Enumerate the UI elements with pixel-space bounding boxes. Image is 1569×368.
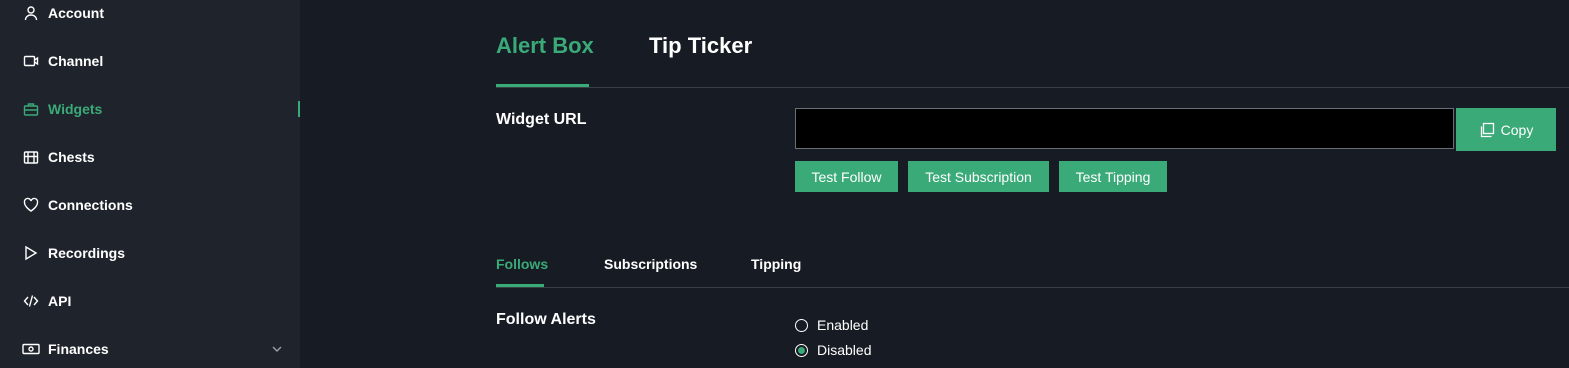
follow-alerts-label: Follow Alerts [496, 311, 596, 328]
main-content: Alert Box Tip Ticker Widget URL Copy Tes… [300, 0, 1569, 368]
radio-enabled[interactable]: Enabled [795, 317, 868, 333]
divider [496, 287, 1569, 288]
tab-alert-box[interactable]: Alert Box [496, 33, 594, 59]
play-icon [22, 244, 40, 262]
radio-label: Disabled [817, 342, 872, 358]
copy-button[interactable]: Copy [1456, 108, 1556, 151]
copy-icon [1480, 122, 1494, 137]
radio-button[interactable] [795, 343, 808, 357]
tab-subscriptions[interactable]: Subscriptions [604, 256, 697, 272]
money-icon [22, 340, 40, 358]
radio-button[interactable] [795, 318, 808, 332]
widget-url-field[interactable] [795, 108, 1454, 149]
sidebar-item-label: Recordings [48, 245, 126, 261]
code-icon [22, 292, 40, 310]
sidebar-item-chests[interactable]: Chests [0, 141, 300, 173]
heart-icon [22, 196, 40, 214]
chevron-down-icon[interactable] [270, 342, 284, 356]
sidebar-item-label: Account [48, 5, 104, 21]
test-follow-button[interactable]: Test Follow [795, 161, 898, 192]
sidebar-item-label: Connections [48, 197, 133, 213]
toolbox-icon [22, 100, 40, 118]
sidebar-item-label: Channel [48, 53, 104, 69]
sidebar-item-api[interactable]: API [0, 285, 300, 317]
sidebar-item-account[interactable]: Account [0, 0, 300, 29]
sidebar: Account Channel Widgets Chests Connectio… [0, 0, 300, 368]
tab-follows[interactable]: Follows [496, 256, 548, 272]
sidebar-item-label: Finances [48, 341, 109, 357]
radio-disabled[interactable]: Disabled [795, 342, 871, 358]
sidebar-item-label: API [48, 293, 72, 309]
radio-label: Enabled [817, 317, 869, 333]
tab-tip-ticker[interactable]: Tip Ticker [649, 33, 752, 59]
sidebar-item-label: Widgets [48, 101, 103, 117]
widget-url-label: Widget URL [496, 111, 587, 128]
divider [496, 87, 1569, 88]
copy-label: Copy [1500, 121, 1534, 138]
chest-icon [22, 148, 40, 166]
tab-tipping[interactable]: Tipping [751, 256, 801, 272]
sidebar-item-finances[interactable]: Finances [0, 333, 300, 365]
sidebar-item-channel[interactable]: Channel [0, 45, 300, 77]
sidebar-item-widgets[interactable]: Widgets [0, 93, 300, 125]
test-subscription-button[interactable]: Test Subscription [908, 161, 1049, 192]
test-tipping-button[interactable]: Test Tipping [1059, 161, 1167, 192]
sidebar-item-label: Chests [48, 149, 95, 165]
sidebar-item-recordings[interactable]: Recordings [0, 237, 300, 269]
user-icon [22, 4, 40, 22]
video-icon [22, 52, 40, 70]
sidebar-item-connections[interactable]: Connections [0, 189, 300, 221]
